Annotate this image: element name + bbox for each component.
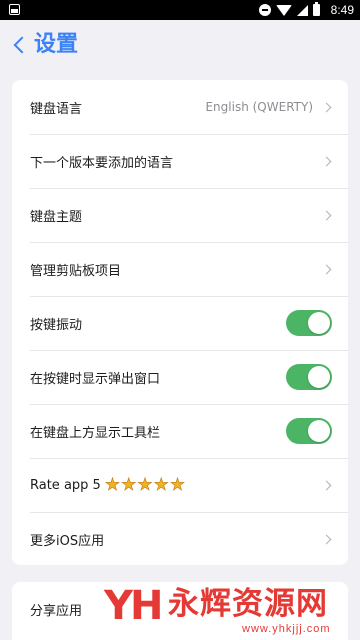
toolbar-toggle[interactable]: [286, 418, 332, 444]
keyboard-theme-label: 键盘主题: [30, 209, 83, 225]
keyboard-theme-row[interactable]: 键盘主题: [12, 188, 348, 242]
signal-icon: [297, 4, 308, 16]
more-ios-apps-row[interactable]: 更多iOS应用: [12, 512, 348, 565]
wifi-icon: [276, 4, 292, 16]
back-label: 设置: [34, 32, 79, 57]
star-icon: ★: [121, 474, 137, 495]
back-button[interactable]: 设置: [10, 28, 78, 62]
key-popup-row: 在按键时显示弹出窗口: [12, 350, 348, 404]
watermark: Y H 永辉资源网 www.yhkjjj.com: [102, 582, 352, 640]
key-popup-label: 在按键时显示弹出窗口: [30, 371, 161, 387]
chevron-right-icon: [321, 534, 332, 544]
watermark-logo: Y H: [102, 582, 164, 632]
star-icon: ★: [169, 474, 186, 495]
settings-card: 键盘语言 English (QWERTY) 下一个版本要添加的语言 键盘主题 管…: [12, 80, 348, 565]
key-popup-toggle[interactable]: [286, 364, 332, 390]
key-vibration-row: 按键振动: [12, 296, 348, 350]
battery-icon: [313, 2, 320, 16]
star-rating: ★ ★ ★ ★ ★: [104, 474, 186, 495]
chevron-right-icon: [321, 156, 332, 166]
star-icon: ★: [153, 474, 169, 495]
toggle-knob: [308, 420, 330, 442]
chevron-right-icon: [321, 210, 332, 220]
more-ios-apps-label: 更多iOS应用: [30, 533, 105, 549]
upcoming-languages-row[interactable]: 下一个版本要添加的语言: [12, 134, 348, 188]
chevron-right-icon: [321, 102, 332, 112]
star-icon: ★: [104, 474, 121, 495]
keyboard-language-value: English (QWERTY): [205, 100, 313, 114]
status-bar: 8:49: [0, 0, 360, 20]
watermark-logo-y: Y: [104, 583, 133, 629]
key-vibration-label: 按键振动: [30, 317, 83, 333]
keyboard-language-row[interactable]: 键盘语言 English (QWERTY): [12, 80, 348, 134]
clipboard-label: 管理剪贴板项目: [30, 263, 122, 279]
toolbar-label: 在键盘上方显示工具栏: [30, 425, 161, 441]
key-vibration-toggle[interactable]: [286, 310, 332, 336]
toggle-knob: [308, 312, 330, 334]
notification-icon: [9, 4, 20, 15]
do-not-disturb-icon: [259, 4, 271, 16]
rate-app-content: Rate app 5 ★ ★ ★ ★ ★: [30, 474, 323, 495]
rate-app-label: Rate app 5: [30, 477, 101, 493]
upcoming-languages-label: 下一个版本要添加的语言: [30, 155, 174, 171]
clipboard-row[interactable]: 管理剪贴板项目: [12, 242, 348, 296]
rate-app-row[interactable]: Rate app 5 ★ ★ ★ ★ ★: [12, 458, 348, 512]
keyboard-language-label: 键盘语言: [30, 101, 83, 117]
status-icons: [259, 2, 320, 16]
watermark-name: 永辉资源网: [168, 586, 328, 622]
nav-bar: 设置: [0, 20, 360, 70]
toggle-knob: [308, 366, 330, 388]
toolbar-row: 在键盘上方显示工具栏: [12, 404, 348, 458]
chevron-left-icon: [13, 36, 31, 54]
watermark-url: www.yhkjjj.com: [242, 623, 331, 635]
status-time: 8:49: [330, 3, 354, 17]
chevron-right-icon: [321, 480, 332, 490]
star-icon: ★: [137, 474, 153, 495]
watermark-logo-h: H: [130, 583, 164, 629]
chevron-right-icon: [321, 264, 332, 274]
